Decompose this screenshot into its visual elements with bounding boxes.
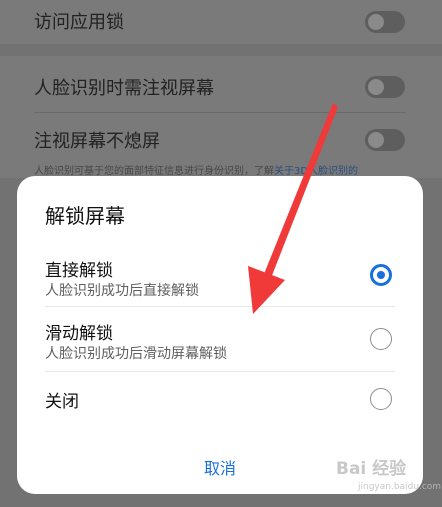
watermark-url: jingyan.baidu.com	[358, 482, 442, 492]
option-title: 关闭	[45, 392, 79, 412]
toggle-knob	[368, 132, 384, 148]
option-subtitle: 人脸识别成功后直接解锁	[45, 283, 199, 299]
settings-group-face: 人脸识别时需注视屏幕 注视屏幕不熄屏	[0, 56, 442, 178]
watermark: Bai 经验 jingyan.baidu.com	[318, 452, 441, 502]
option-title: 直接解锁	[45, 261, 113, 281]
setting-label-app-lock: 访问应用锁	[34, 12, 124, 33]
toggle-keep-screen-on[interactable]	[365, 129, 405, 151]
setting-row-attention[interactable]: 人脸识别时需注视屏幕	[0, 56, 442, 112]
unlock-screen-dialog: 解锁屏幕 直接解锁 人脸识别成功后直接解锁 滑动解锁 人脸识别成功后滑动屏幕解锁…	[17, 176, 423, 494]
toggle-attention[interactable]	[365, 76, 405, 98]
face-hint-text: 人脸识别可基于您的面部特征信息进行身份识别，了解关于3D人脸识别的	[34, 162, 414, 176]
setting-row-app-lock[interactable]: 访问应用锁	[0, 0, 442, 50]
toggle-knob	[368, 14, 384, 30]
option-direct-unlock[interactable]: 直接解锁 人脸识别成功后直接解锁	[17, 244, 423, 306]
setting-label-attention: 人脸识别时需注视屏幕	[34, 78, 214, 99]
setting-row-keep-screen-on[interactable]: 注视屏幕不熄屏	[0, 113, 442, 169]
radio-slide-unlock[interactable]	[370, 328, 392, 350]
hint-link[interactable]: 关于3D人脸识别的	[274, 166, 358, 176]
radio-off[interactable]	[370, 388, 392, 410]
cancel-button[interactable]: 取消	[180, 455, 260, 479]
option-title: 滑动解锁	[45, 324, 113, 344]
dialog-title: 解锁屏幕	[45, 204, 125, 228]
option-off[interactable]: 关闭	[17, 372, 423, 426]
radio-direct-unlock[interactable]	[370, 264, 392, 286]
toggle-app-lock[interactable]	[365, 11, 405, 33]
hint-text: 人脸识别可基于您的面部特征信息进行身份识别，了解	[34, 166, 274, 176]
option-slide-unlock[interactable]: 滑动解锁 人脸识别成功后滑动屏幕解锁	[17, 307, 423, 371]
settings-group-app-lock: 访问应用锁	[0, 0, 442, 44]
radio-dot	[377, 271, 385, 279]
setting-label-keep-screen-on: 注视屏幕不熄屏	[34, 131, 160, 152]
watermark-brand: Bai 经验	[336, 459, 407, 479]
toggle-knob	[368, 79, 384, 95]
option-subtitle: 人脸识别成功后滑动屏幕解锁	[45, 346, 227, 362]
